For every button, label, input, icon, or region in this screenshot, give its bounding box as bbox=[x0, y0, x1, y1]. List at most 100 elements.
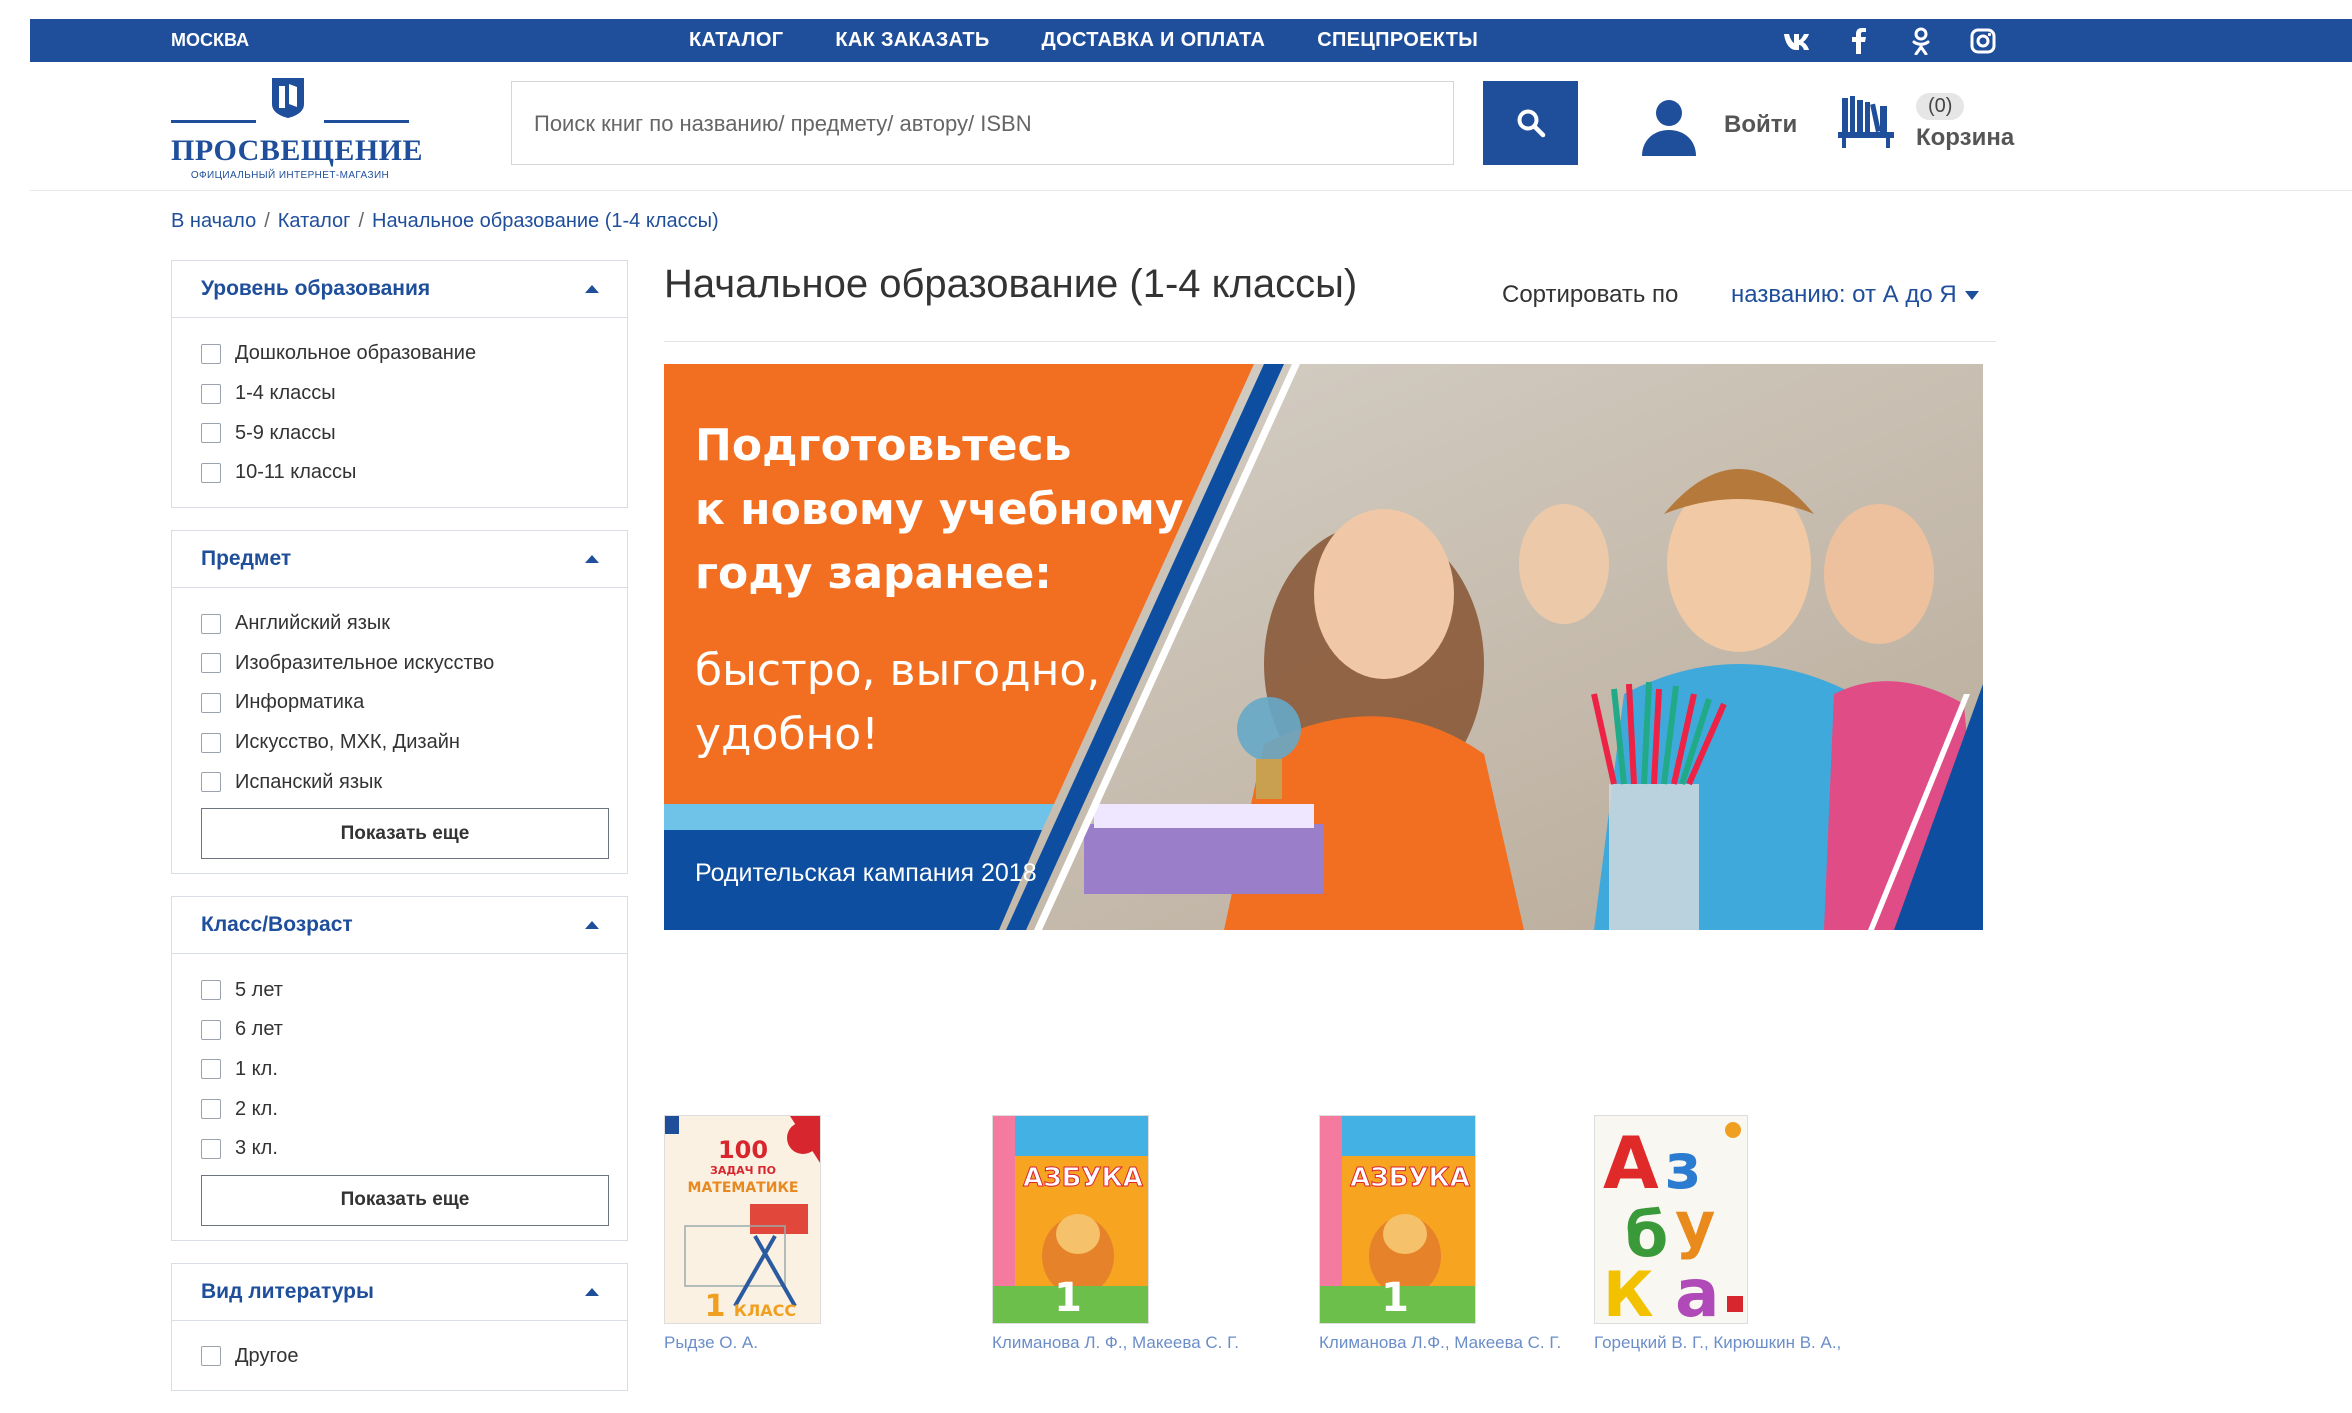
instagram-icon[interactable] bbox=[1969, 27, 1997, 55]
filter-option[interactable]: Изобразительное искусство bbox=[201, 643, 627, 683]
search-box bbox=[511, 81, 1454, 166]
svg-text:ЗАДАЧ ПО: ЗАДАЧ ПО bbox=[710, 1164, 776, 1177]
login-button[interactable]: Войти bbox=[1638, 94, 1797, 156]
filter-option[interactable]: Искусство, МХК, Дизайн bbox=[201, 723, 627, 763]
checkbox[interactable] bbox=[201, 343, 221, 364]
svg-text:1: 1 bbox=[1381, 1275, 1409, 1321]
filter-option[interactable]: 10-11 классы bbox=[201, 453, 627, 493]
top-nav: КАТАЛОГ КАК ЗАКАЗАТЬ ДОСТАВКА И ОПЛАТА С… bbox=[689, 19, 1478, 62]
product-author[interactable]: Рыдзе О. А. bbox=[664, 1333, 954, 1353]
collapse-arrow-icon bbox=[585, 1287, 599, 1296]
book-cover-art: АЗБУКА 1 bbox=[1320, 1116, 1475, 1323]
filter-option[interactable]: 3 кл. bbox=[201, 1129, 627, 1169]
checkbox[interactable] bbox=[201, 732, 221, 753]
search-input[interactable] bbox=[532, 82, 1316, 166]
checkbox[interactable] bbox=[201, 653, 221, 674]
filter-header[interactable]: Вид литературы bbox=[172, 1264, 627, 1321]
breadcrumb-home[interactable]: В начало bbox=[171, 210, 256, 232]
banner-headline-line: Подготовьтесь bbox=[695, 420, 1072, 471]
checkbox[interactable] bbox=[201, 423, 221, 444]
show-more-button[interactable]: Показать еще bbox=[201, 1174, 609, 1226]
breadcrumb-catalog[interactable]: Каталог bbox=[278, 210, 351, 232]
checkbox[interactable] bbox=[201, 1019, 221, 1040]
filter-option-label: 1-4 классы bbox=[235, 382, 336, 405]
breadcrumb: В начало / Каталог / Начальное образование (… bbox=[171, 210, 719, 232]
product-card[interactable]: 100 ЗАДАЧ ПО МАТЕМАТИКЕ 1 КЛАСС Рыдзе О.… bbox=[664, 1115, 954, 1353]
search-button[interactable] bbox=[1483, 81, 1578, 165]
filter-option[interactable]: Информатика bbox=[201, 683, 627, 723]
cart-label: Корзина bbox=[1916, 123, 2015, 151]
checkbox[interactable] bbox=[201, 772, 221, 793]
checkbox[interactable] bbox=[201, 1059, 221, 1080]
logo-name: ПРОСВЕЩЕНИЕ bbox=[171, 134, 424, 167]
filter-option[interactable]: Другое bbox=[201, 1337, 627, 1377]
checkbox[interactable] bbox=[201, 692, 221, 713]
sort-label: Сортировать по bbox=[1502, 281, 1679, 308]
collapse-arrow-icon bbox=[585, 554, 599, 563]
filter-option[interactable]: 6 лет bbox=[201, 1010, 627, 1050]
filter-option-label: 1 кл. bbox=[235, 1057, 278, 1080]
filter-option-label: Информатика bbox=[235, 691, 365, 714]
filter-option-label: 2 кл. bbox=[235, 1097, 278, 1120]
product-author[interactable]: Климанова Л.Ф., Макеева С. Г. bbox=[1319, 1333, 1609, 1353]
banner-headline-line: году заранее: bbox=[695, 548, 1052, 599]
filter-option[interactable]: 1-4 классы bbox=[201, 374, 627, 414]
svg-text:1: 1 bbox=[705, 1289, 726, 1324]
facebook-icon[interactable] bbox=[1845, 27, 1873, 55]
book-cover[interactable]: АЗБУКА 1 bbox=[992, 1115, 1149, 1324]
checkbox[interactable] bbox=[201, 1138, 221, 1159]
product-card[interactable]: АЗБУКА 1 Климанова Л. Ф., Макеева С. Г. bbox=[992, 1115, 1282, 1353]
site-header: ПРОСВЕЩЕНИЕ ОФИЦИАЛЬНЫЙ ИНТЕРНЕТ-МАГАЗИН… bbox=[30, 62, 2352, 191]
banner-subline-line: удобно! bbox=[695, 709, 879, 760]
cart-count-badge: (0) bbox=[1916, 92, 1965, 120]
book-cover[interactable]: 100 ЗАДАЧ ПО МАТЕМАТИКЕ 1 КЛАСС bbox=[664, 1115, 821, 1324]
checkbox[interactable] bbox=[201, 383, 221, 404]
social-links bbox=[1783, 27, 1997, 55]
filter-option[interactable]: Дошкольное образование bbox=[201, 334, 627, 374]
filter-header[interactable]: Класс/Возраст bbox=[172, 897, 627, 955]
filter-option-label: Изобразительное искусство bbox=[235, 651, 495, 674]
filter-option[interactable]: 5-9 классы bbox=[201, 413, 627, 453]
filter-title: Класс/Возраст bbox=[201, 913, 353, 937]
filter-option[interactable]: 1 кл. bbox=[201, 1050, 627, 1090]
login-label: Войти bbox=[1724, 111, 1798, 138]
product-author[interactable]: Климанова Л. Ф., Макеева С. Г. bbox=[992, 1333, 1282, 1353]
filter-option-label: 6 лет bbox=[235, 1018, 283, 1041]
breadcrumb-current[interactable]: Начальное образование (1-4 классы) bbox=[372, 210, 719, 232]
product-card[interactable]: АЗБУКА 1 Климанова Л.Ф., Макеева С. Г. bbox=[1319, 1115, 1609, 1353]
book-cover[interactable]: А з б у К а bbox=[1594, 1115, 1748, 1324]
show-more-button[interactable]: Показать еще bbox=[201, 808, 609, 860]
filter-option[interactable]: Испанский язык bbox=[201, 763, 627, 803]
filter-title: Предмет bbox=[201, 546, 292, 570]
checkbox[interactable] bbox=[201, 462, 221, 483]
nav-catalog[interactable]: КАТАЛОГ bbox=[689, 19, 783, 62]
book-cover-art: АЗБУКА 1 bbox=[993, 1116, 1148, 1323]
nav-special-projects[interactable]: СПЕЦПРОЕКТЫ bbox=[1317, 19, 1478, 62]
cart-button[interactable]: (0) Корзина bbox=[1836, 92, 2014, 152]
site-logo[interactable]: ПРОСВЕЩЕНИЕ ОФИЦИАЛЬНЫЙ ИНТЕРНЕТ-МАГАЗИН bbox=[171, 76, 424, 181]
city-selector[interactable]: МОСКВА bbox=[171, 19, 249, 62]
vk-icon[interactable] bbox=[1783, 27, 1811, 55]
book-cover[interactable]: АЗБУКА 1 bbox=[1319, 1115, 1476, 1324]
svg-text:КЛАСС: КЛАСС bbox=[734, 1301, 796, 1320]
odnoklassniki-icon[interactable] bbox=[1907, 27, 1935, 55]
filter-header[interactable]: Предмет bbox=[172, 531, 627, 588]
nav-delivery-payment[interactable]: ДОСТАВКА И ОПЛАТА bbox=[1042, 19, 1266, 62]
filter-title: Уровень образования bbox=[201, 277, 431, 300]
filter-header[interactable]: Уровень образования bbox=[172, 261, 627, 318]
svg-text:МАТЕМАТИКЕ: МАТЕМАТИКЕ bbox=[688, 1180, 799, 1196]
svg-text:100: 100 bbox=[718, 1136, 768, 1164]
promo-banner[interactable]: Подготовьтесь к новому учебному году зар… bbox=[664, 364, 1983, 930]
filter-option[interactable]: 5 лет bbox=[201, 970, 627, 1010]
checkbox[interactable] bbox=[201, 613, 221, 634]
nav-how-to-order[interactable]: КАК ЗАКАЗАТЬ bbox=[835, 19, 989, 62]
sort-dropdown[interactable]: названию: от А до Я bbox=[1731, 281, 1979, 309]
checkbox[interactable] bbox=[201, 980, 221, 1001]
filter-option[interactable]: Английский язык bbox=[201, 604, 627, 644]
product-card[interactable]: А з б у К а Горецкий В. Г., Кирюшкин В. … bbox=[1594, 1115, 1864, 1353]
filter-option[interactable]: 2 кл. bbox=[201, 1089, 627, 1129]
filter-option-label: 10-11 классы bbox=[235, 461, 357, 484]
checkbox[interactable] bbox=[201, 1346, 221, 1367]
checkbox[interactable] bbox=[201, 1099, 221, 1120]
product-author[interactable]: Горецкий В. Г., Кирюшкин В. А., Виноград… bbox=[1594, 1333, 1864, 1353]
